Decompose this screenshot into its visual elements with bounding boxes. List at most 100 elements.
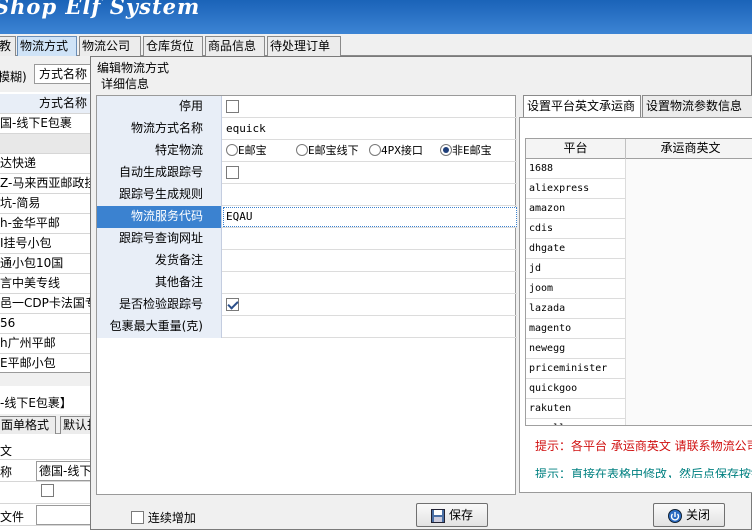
carrier-cell[interactable] — [626, 319, 752, 339]
carrier-cell[interactable] — [626, 259, 752, 279]
search-input[interactable]: 方式名称 — [34, 64, 95, 84]
table-row[interactable]: rumall — [526, 419, 752, 425]
platform-cell: 1688 — [526, 159, 626, 179]
tab-product-info[interactable]: 商品信息 — [205, 36, 265, 56]
table-row[interactable]: jd — [526, 259, 752, 279]
table-row[interactable]: quickgoo — [526, 379, 752, 399]
table-row[interactable]: 1688 — [526, 159, 752, 179]
carrier-cell[interactable] — [626, 299, 752, 319]
carrier-cell[interactable] — [626, 419, 752, 425]
special-logistics-radios: E邮宝 E邮宝线下 4PX接口 非E邮宝 — [223, 140, 517, 162]
auto-tracking-checkbox[interactable] — [226, 165, 239, 179]
carrier-cell[interactable] — [626, 279, 752, 299]
floppy-disk-icon — [430, 508, 445, 523]
detail-label: 文 — [0, 444, 13, 458]
app-window: Shop Elf System 教 物流方式 物流公司 仓库货位 商品信息 待处… — [0, 0, 752, 530]
platform-cell: rakuten — [526, 399, 626, 419]
list-item[interactable]: 言中美专线 — [0, 274, 95, 294]
platform-cell: dhgate — [526, 239, 626, 259]
radio-option[interactable]: E邮宝线下 — [296, 140, 359, 161]
detail-name-field[interactable]: 德国-线下E — [36, 461, 95, 481]
list-item[interactable]: 达快递 — [0, 154, 95, 174]
table-row[interactable]: newegg — [526, 339, 752, 359]
list-item[interactable]: 坑-简易 — [0, 194, 95, 214]
field-label: 跟踪号生成规则 — [97, 184, 222, 206]
tab-warehouse-location[interactable]: 仓库货位 — [143, 36, 203, 56]
list-item[interactable]: E平邮小包 — [0, 354, 95, 374]
carrier-cell[interactable] — [626, 399, 752, 419]
close-button[interactable]: 关闭 — [653, 503, 725, 527]
table-row[interactable]: joom — [526, 279, 752, 299]
detail-row: 称 德国-线下E — [0, 460, 95, 482]
shipping-note-input[interactable] — [223, 250, 517, 272]
grid-header: 平台 承运商英文 — [526, 139, 752, 159]
app-logo: Shop Elf System — [0, 0, 201, 19]
left-section-title: -线下E包裹】 — [0, 396, 72, 410]
tab-label-format[interactable]: 面单格式 — [0, 416, 56, 434]
tab-shipping-company[interactable]: 物流公司 — [79, 36, 141, 56]
detail-file-field[interactable] — [36, 505, 95, 525]
radio-option[interactable]: 4PX接口 — [369, 140, 423, 161]
tracking-url-input[interactable] — [223, 228, 517, 250]
field-disabled: 停用 — [97, 96, 517, 118]
table-row[interactable]: dhgate — [526, 239, 752, 259]
continuous-add-checkbox[interactable] — [131, 511, 144, 524]
field-label: 包裹最大重量(克) — [97, 316, 222, 338]
list-item[interactable]: 邑一CDP卡法国专线 — [0, 294, 95, 314]
tab-shipping-method[interactable]: 物流方式 — [17, 36, 77, 56]
carrier-cell[interactable] — [626, 219, 752, 239]
list-item[interactable]: 通小包10国 — [0, 254, 95, 274]
continuous-add-option[interactable]: 连续增加 — [131, 509, 196, 526]
tracking-rule-input[interactable] — [223, 184, 517, 206]
continuous-add-label: 连续增加 — [147, 511, 196, 525]
detail-row — [0, 482, 95, 504]
list-item[interactable]: Z-马来西亚邮政挂 — [0, 174, 95, 194]
save-button[interactable]: 保存 — [416, 503, 488, 527]
carrier-cell[interactable] — [626, 159, 752, 179]
table-row[interactable]: amazon — [526, 199, 752, 219]
list-item[interactable]: 56 — [0, 314, 95, 334]
field-label: 是否检验跟踪号 — [97, 294, 222, 316]
hint-edit: 提示：直接在表格中修改，然后点保存按钮 — [535, 468, 752, 478]
other-note-input[interactable] — [223, 272, 517, 294]
detail-row: 文 — [0, 440, 95, 460]
list-item[interactable] — [0, 134, 95, 154]
radio-option[interactable]: E邮宝 — [226, 140, 267, 161]
disabled-checkbox[interactable] — [226, 99, 239, 113]
detail-checkbox[interactable] — [41, 484, 54, 497]
carrier-cell[interactable] — [626, 359, 752, 379]
radio-option[interactable]: 非E邮宝 — [440, 140, 492, 161]
left-splitter[interactable] — [0, 372, 95, 386]
platform-cell: joom — [526, 279, 626, 299]
platform-cell: newegg — [526, 339, 626, 359]
table-row[interactable]: rakuten — [526, 399, 752, 419]
table-row[interactable]: aliexpress — [526, 179, 752, 199]
carrier-cell[interactable] — [626, 379, 752, 399]
table-row[interactable]: magento — [526, 319, 752, 339]
platform-cell: magento — [526, 319, 626, 339]
list-item[interactable]: 国-线下E包裹 — [0, 114, 95, 134]
field-special-logistics: 特定物流 E邮宝 E邮宝线下 4PX接口 非E邮宝 — [97, 140, 517, 162]
carrier-cell[interactable] — [626, 239, 752, 259]
carrier-cell[interactable] — [626, 179, 752, 199]
list-item[interactable]: h-金华平邮 — [0, 214, 95, 234]
carrier-cell[interactable] — [626, 199, 752, 219]
table-row[interactable]: lazada — [526, 299, 752, 319]
method-name-input[interactable]: equick — [223, 118, 517, 140]
save-label: 保存 — [448, 508, 473, 522]
tab-logistics-params[interactable]: 设置物流参数信息 — [642, 95, 752, 117]
table-row[interactable]: cdis — [526, 219, 752, 239]
verify-tracking-checkbox[interactable] — [226, 297, 239, 311]
carrier-cell[interactable] — [626, 339, 752, 359]
tab-platform-carrier[interactable]: 设置平台英文承运商 — [523, 95, 641, 117]
max-weight-input[interactable] — [223, 316, 517, 338]
tab-pending-orders[interactable]: 待处理订单 — [267, 36, 341, 56]
table-row[interactable]: priceminister — [526, 359, 752, 379]
service-code-input[interactable]: EQAU — [223, 207, 517, 227]
list-item[interactable]: I挂号小包 — [0, 234, 95, 254]
list-item[interactable]: h广州平邮 — [0, 334, 95, 354]
detail-label: 称 — [0, 465, 13, 479]
hint-carrier: 提示：各平台 承运商英文 请联系物流公司 — [535, 440, 752, 453]
tab-partial[interactable]: 教 — [0, 36, 16, 56]
field-label: 跟踪号查询网址 — [97, 228, 222, 250]
